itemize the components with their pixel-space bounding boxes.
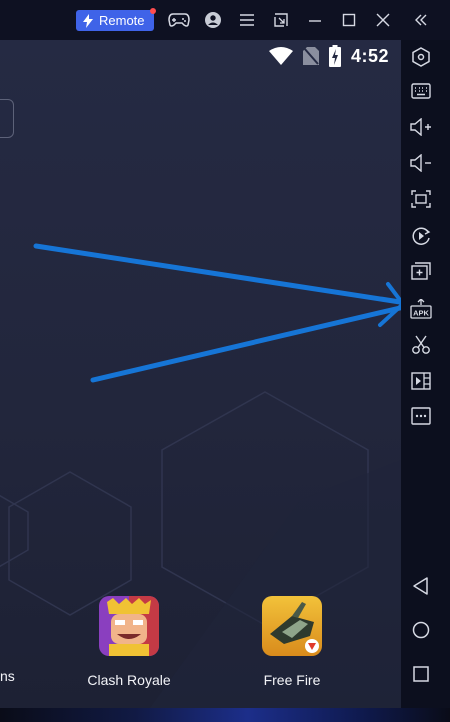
menu-button[interactable] (236, 8, 258, 32)
android-screen: 4:52 ns Clash Royale Free Fire (0, 40, 401, 708)
close-icon (376, 13, 390, 27)
volume-up-button[interactable] (401, 112, 441, 142)
collapse-sidebar-icon (415, 14, 427, 26)
right-toolbar: APK (401, 40, 450, 708)
remote-button[interactable]: Remote (76, 8, 156, 31)
rotate-screen-button[interactable] (401, 221, 441, 251)
remote-lightning-icon (83, 13, 93, 28)
collapse-sidebar-button[interactable] (410, 8, 432, 32)
app-free-fire[interactable]: Free Fire (237, 596, 347, 688)
app-label: Clash Royale (87, 672, 171, 688)
more-button[interactable] (401, 401, 441, 431)
maximize-button[interactable] (338, 8, 360, 32)
media-icon (411, 372, 431, 390)
volume-up-icon (410, 118, 431, 136)
volume-down-icon (410, 154, 431, 172)
account-icon (205, 12, 221, 28)
notification-dot (150, 8, 156, 14)
back-icon (413, 577, 428, 595)
settings-hex-icon (412, 47, 430, 67)
recents-icon (413, 666, 429, 682)
bottom-glow-strip (0, 708, 450, 722)
rotate-screen-icon (412, 227, 431, 245)
account-button[interactable] (202, 8, 224, 32)
restore-window-button[interactable] (270, 8, 292, 32)
title-bar: Remote (0, 0, 450, 40)
gamepad-button[interactable] (166, 8, 192, 32)
media-button[interactable] (401, 366, 441, 396)
minimize-icon (309, 20, 321, 22)
home-icon (412, 621, 430, 639)
close-button[interactable] (372, 8, 394, 32)
recents-button[interactable] (401, 659, 441, 689)
free-fire-icon (262, 596, 322, 656)
install-apk-button[interactable]: APK (401, 294, 441, 324)
keyboard-button[interactable] (401, 76, 441, 106)
back-button[interactable] (401, 571, 441, 601)
gamepad-icon (168, 13, 190, 27)
multi-instance-icon (411, 262, 431, 280)
menu-icon (240, 14, 254, 26)
clash-royale-icon (99, 596, 159, 656)
install-apk-icon: APK (410, 299, 432, 319)
maximize-icon (342, 13, 356, 27)
home-button[interactable] (401, 615, 441, 645)
remote-label: Remote (99, 13, 145, 28)
keyboard-icon (411, 83, 431, 99)
scissors-button[interactable] (401, 330, 441, 360)
scissors-icon (412, 335, 430, 354)
restore-window-icon (274, 13, 288, 27)
app-label: Free Fire (263, 672, 321, 688)
more-icon (411, 407, 431, 425)
app-clash-royale[interactable]: Clash Royale (74, 596, 184, 688)
minimize-button[interactable] (304, 8, 326, 32)
multi-instance-button[interactable] (401, 256, 441, 286)
app-label-partial[interactable]: ns (0, 668, 15, 684)
volume-down-button[interactable] (401, 148, 441, 178)
screen-capture-icon (411, 190, 431, 208)
settings-button[interactable] (401, 42, 441, 72)
apk-text: APK (413, 309, 429, 318)
screen-capture-button[interactable] (401, 184, 441, 214)
